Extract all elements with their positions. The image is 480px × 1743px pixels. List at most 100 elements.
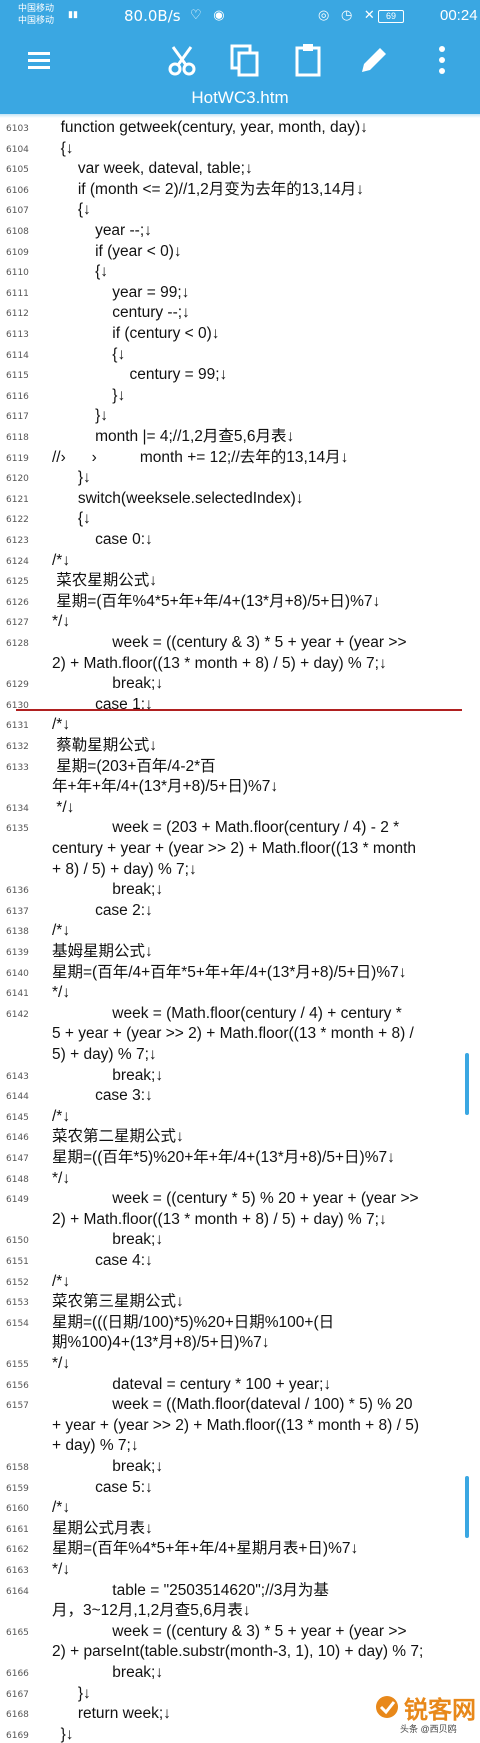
code-line[interactable]: }↓ (52, 386, 478, 406)
code-line[interactable]: {↓ (52, 139, 478, 159)
code-line[interactable]: century = 99;↓ (52, 365, 478, 385)
code-line[interactable]: week = ((Math.floor(dateval / 100) * 5) … (52, 1395, 478, 1415)
code-line[interactable]: 星期=(百年%4*5+年+年/4+星期月表+日)%7↓ (52, 1539, 478, 1559)
code-line[interactable]: var week, dateval, table;↓ (52, 159, 478, 179)
code-line[interactable]: year = 99;↓ (52, 283, 478, 303)
code-line[interactable]: 菜农第二星期公式↓ (52, 1127, 478, 1147)
code-line[interactable]: break;↓ (52, 674, 478, 694)
code-line[interactable]: 2) + parseInt(table.substr(month-3, 1), … (52, 1642, 478, 1662)
file-title: HotWC3.htm (191, 88, 289, 107)
code-line[interactable]: 5 + year + (year >> 2) + Math.floor((13 … (52, 1024, 478, 1044)
more-icon[interactable] (420, 38, 464, 82)
code-line[interactable]: case 5:↓ (52, 1478, 478, 1498)
code-line[interactable]: 星期=((百年*5)%20+年+年/4+(13*月+8)/5+日)%7↓ (52, 1148, 478, 1168)
code-line[interactable]: }↓ (52, 406, 478, 426)
code-line[interactable]: switch(weeksele.selectedIndex)↓ (52, 489, 478, 509)
code-line[interactable]: */↓ (52, 983, 478, 1003)
code-line[interactable]: function getweek(century, year, month, d… (52, 118, 478, 138)
code-line[interactable]: 2) + Math.floor((13 * month + 8) / 5) + … (52, 654, 478, 674)
code-line[interactable]: */↓ (52, 798, 478, 818)
code-line[interactable]: if (century < 0)↓ (52, 324, 478, 344)
line-number: 6149 (6, 1195, 29, 1206)
line-number: 6103 (6, 124, 29, 134)
code-line[interactable]: 基姆星期公式↓ (52, 942, 478, 962)
code-line[interactable]: 星期=(((日期/100)*5)%20+日期%100+(日 (52, 1313, 478, 1333)
line-number: 6129 (6, 680, 29, 691)
line-number: 6123 (6, 536, 29, 546)
line-number: 6160 (6, 1504, 29, 1515)
code-line[interactable]: century --;↓ (52, 303, 478, 323)
line-number: 6106 (6, 185, 29, 196)
code-line[interactable]: break;↓ (52, 1230, 478, 1250)
code-line[interactable]: /*↓ (52, 1107, 478, 1127)
code-line[interactable]: year --;↓ (52, 221, 478, 241)
code-line[interactable]: break;↓ (52, 1457, 478, 1477)
code-line[interactable]: 星期=(百年%4*5+年+年/4+(13*月+8)/5+日)%7↓ (52, 592, 478, 612)
code-line[interactable]: 蔡勒星期公式↓ (52, 736, 478, 756)
line-number: 6116 (6, 391, 29, 402)
copy-icon[interactable] (222, 38, 266, 82)
code-line[interactable]: 星期公式月表↓ (52, 1519, 478, 1539)
code-line[interactable]: break;↓ (52, 1663, 478, 1683)
code-line[interactable]: week = ((century * 5) % 20 + year + (yea… (52, 1189, 478, 1209)
code-line[interactable]: 菜农第三星期公式↓ (52, 1292, 478, 1312)
line-number: 6148 (6, 1174, 29, 1185)
line-number: 6115 (6, 371, 29, 382)
code-line[interactable]: week = ((century & 3) * 5 + year + (year… (52, 1622, 478, 1642)
code-line[interactable]: {↓ (52, 345, 478, 365)
code-line[interactable]: century + year + (year >> 2) + Math.floo… (52, 839, 478, 859)
code-line[interactable]: table = "2503514620";//3月为基 (52, 1581, 478, 1601)
code-line[interactable]: dateval = century * 100 + year;↓ (52, 1375, 478, 1395)
code-line[interactable]: 5) + day) % 7;↓ (52, 1045, 478, 1065)
code-line[interactable]: */↓ (52, 612, 478, 632)
code-line[interactable]: 期%100)4+(13*月+8)/5+日)%7↓ (52, 1333, 478, 1353)
line-number: 6147 (6, 1154, 29, 1164)
line-number: 6157 (6, 1401, 29, 1412)
line-number: 6168 (6, 1710, 29, 1721)
carrier-1: 中国移动 (18, 3, 55, 13)
code-editor[interactable]: function getweek(century, year, month, d… (0, 118, 480, 1743)
code-line[interactable]: month |= 4;//1,2月查5,6月表↓ (52, 427, 478, 447)
code-line[interactable]: case 0:↓ (52, 530, 478, 550)
code-line[interactable]: if (year < 0)↓ (52, 242, 478, 262)
code-line[interactable]: 星期=(203+百年/4-2*百 (52, 757, 478, 777)
code-line[interactable]: 星期=(百年/4+百年*5+年+年/4+(13*月+8)/5+日)%7↓ (52, 963, 478, 983)
code-line[interactable]: /*↓ (52, 1272, 478, 1292)
code-line[interactable]: case 2:↓ (52, 901, 478, 921)
code-line[interactable]: */↓ (52, 1560, 478, 1580)
paste-icon[interactable] (286, 38, 330, 82)
code-line[interactable]: break;↓ (52, 880, 478, 900)
code-line[interactable]: week = ((century & 3) * 5 + year + (year… (52, 633, 478, 653)
code-line[interactable]: case 1:↓ (52, 695, 478, 715)
code-line[interactable]: 年+年+年/4+(13*月+8)/5+日)%7↓ (52, 777, 478, 797)
menu-icon[interactable] (16, 38, 60, 82)
code-line[interactable]: //› › month += 12;//去年的13,14月↓ (52, 448, 478, 468)
code-line[interactable]: week = (203 + Math.floor(century / 4) - … (52, 818, 478, 838)
code-line[interactable]: /*↓ (52, 1498, 478, 1518)
code-line[interactable]: case 3:↓ (52, 1086, 478, 1106)
code-line[interactable]: 菜农星期公式↓ (52, 571, 478, 591)
code-line[interactable]: + day) % 7;↓ (52, 1436, 478, 1456)
cut-icon[interactable] (160, 38, 204, 82)
code-line[interactable]: week = (Math.floor(century / 4) + centur… (52, 1004, 478, 1024)
code-line[interactable]: 2) + Math.floor((13 * month + 8) / 5) + … (52, 1210, 478, 1230)
code-line[interactable]: if (month <= 2)//1,2月变为去年的13,14月↓ (52, 180, 478, 200)
code-line[interactable]: {↓ (52, 509, 478, 529)
code-line[interactable]: /*↓ (52, 921, 478, 941)
code-line[interactable]: */↓ (52, 1354, 478, 1374)
code-line[interactable]: {↓ (52, 200, 478, 220)
code-line[interactable]: case 4:↓ (52, 1251, 478, 1271)
line-number: 6139 (6, 948, 29, 958)
code-line[interactable]: + year + (year >> 2) + Math.floor((13 * … (52, 1416, 478, 1436)
code-line[interactable]: }↓ (52, 468, 478, 488)
code-line[interactable]: 月，3~12月,1,2月查5,6月表↓ (52, 1601, 478, 1621)
line-number: 6134 (6, 803, 29, 814)
code-line[interactable]: break;↓ (52, 1066, 478, 1086)
code-line[interactable]: + 8) / 5) + day) % 7;↓ (52, 860, 478, 880)
code-line[interactable]: /*↓ (52, 551, 478, 571)
code-line[interactable]: */↓ (52, 1169, 478, 1189)
code-line[interactable]: /*↓ (52, 715, 478, 735)
edit-icon[interactable] (352, 38, 396, 82)
line-number: 6155 (6, 1360, 29, 1370)
code-line[interactable]: {↓ (52, 262, 478, 282)
